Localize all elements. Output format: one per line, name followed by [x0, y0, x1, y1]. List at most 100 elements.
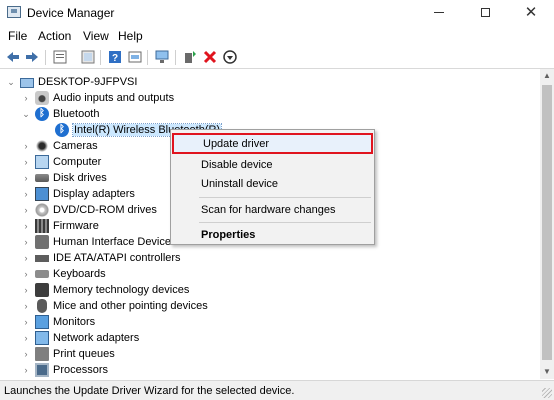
update-driver-menu-item[interactable]: Update driver — [172, 133, 373, 154]
scan-hardware-menu-item[interactable]: Scan for hardware changes — [172, 199, 373, 220]
category-label: Bluetooth — [53, 108, 100, 120]
tree-category[interactable]: › IDE ATA/ATAPI controllers — [21, 250, 181, 266]
category-label: Keyboards — [53, 268, 106, 280]
collapse-arrow-icon[interactable]: ⌄ — [21, 109, 31, 120]
device-manager-app-icon — [7, 6, 21, 18]
expand-arrow-icon[interactable]: › — [21, 349, 31, 359]
tree-category[interactable]: › Human Interface Devices — [21, 234, 177, 250]
svg-text:?: ? — [112, 53, 118, 64]
tree-category[interactable]: › Keyboards — [21, 266, 106, 282]
properties-menu-item[interactable]: Properties — [172, 224, 373, 245]
speaker-icon — [35, 91, 49, 105]
help-icon[interactable]: ? — [107, 49, 123, 65]
uninstall-device-menu-item[interactable]: Uninstall device — [172, 173, 373, 194]
processor-icon — [35, 363, 49, 377]
resize-grip-icon[interactable] — [542, 388, 552, 398]
window-title: Device Manager — [27, 6, 115, 20]
hid-icon — [35, 235, 49, 249]
category-label: Computer — [53, 156, 102, 168]
expand-arrow-icon[interactable]: › — [21, 93, 31, 103]
tree-category[interactable]: › Audio inputs and outputs — [21, 90, 174, 106]
computer-icon — [20, 77, 34, 88]
status-text: Launches the Update Driver Wizard for th… — [4, 385, 295, 397]
forward-icon[interactable] — [24, 49, 40, 65]
expand-arrow-icon[interactable]: › — [21, 269, 31, 279]
menu-bar: File Action View Help — [0, 26, 554, 45]
menu-separator — [199, 222, 371, 223]
minimize-button[interactable] — [416, 0, 462, 25]
tree-category[interactable]: › Disk drives — [21, 170, 107, 186]
expand-arrow-icon[interactable]: › — [21, 365, 31, 375]
tree-category[interactable]: › Computer — [21, 154, 101, 170]
collapse-arrow-icon[interactable]: ⌄ — [6, 77, 16, 88]
dvd-icon — [35, 203, 49, 217]
tree-category[interactable]: › Mice and other pointing devices — [21, 298, 208, 314]
uninstall-icon[interactable] — [202, 49, 218, 65]
minimize-icon — [434, 12, 444, 13]
expand-arrow-icon[interactable]: › — [21, 205, 31, 215]
maximize-button[interactable] — [462, 0, 508, 25]
camera-icon — [35, 139, 49, 153]
tree-category[interactable]: › Memory technology devices — [21, 282, 189, 298]
network-icon — [35, 331, 49, 345]
tree-category[interactable]: › Processors — [21, 362, 108, 378]
expand-arrow-icon[interactable]: › — [21, 301, 31, 311]
category-label: Monitors — [53, 316, 96, 328]
tree-category[interactable]: › Network adapters — [21, 330, 139, 346]
category-label: Memory technology devices — [53, 284, 190, 296]
menu-file[interactable]: File — [8, 29, 27, 43]
tree-root[interactable]: ⌄ DESKTOP-9JFPVSI — [6, 74, 137, 90]
category-label: Processors — [53, 364, 109, 376]
category-label: Human Interface Devices — [53, 236, 177, 248]
disable-icon[interactable] — [222, 49, 238, 65]
expand-arrow-icon[interactable]: › — [21, 253, 31, 263]
category-label: Mice and other pointing devices — [53, 300, 208, 312]
tree-category[interactable]: › Print queues — [21, 346, 115, 362]
expand-arrow-icon[interactable]: › — [21, 333, 31, 343]
expand-arrow-icon[interactable]: › — [21, 157, 31, 167]
scroll-up-icon[interactable]: ▲ — [540, 69, 554, 83]
tree-category[interactable]: ⌄ ᛒ Bluetooth — [21, 106, 99, 122]
maximize-icon — [480, 8, 490, 17]
category-label: IDE ATA/ATAPI controllers — [53, 252, 181, 264]
disable-device-menu-item[interactable]: Disable device — [172, 154, 373, 175]
scroll-down-icon[interactable]: ▼ — [540, 365, 554, 379]
show-hidden-icon[interactable] — [80, 49, 96, 65]
toolbar: ? — [0, 46, 554, 69]
bluetooth-icon: ᛒ — [35, 107, 49, 121]
back-icon[interactable] — [5, 49, 21, 65]
menu-view[interactable]: View — [83, 29, 109, 43]
toolbar-separator — [100, 50, 101, 65]
tree-root-label: DESKTOP-9JFPVSI — [38, 76, 138, 88]
properties-icon[interactable] — [52, 49, 68, 65]
toolbar-separator — [45, 50, 46, 65]
add-driver-icon[interactable] — [182, 49, 198, 65]
menu-separator — [199, 197, 371, 198]
category-label: Disk drives — [53, 172, 107, 184]
tree-category[interactable]: › Firmware — [21, 218, 99, 234]
ide-icon — [35, 254, 49, 262]
tree-category[interactable]: › Display adapters — [21, 186, 135, 202]
expand-arrow-icon[interactable]: › — [21, 221, 31, 231]
update-driver-icon[interactable] — [127, 49, 143, 65]
scan-hardware-icon[interactable] — [154, 49, 170, 65]
menu-help[interactable]: Help — [118, 29, 143, 43]
disk-icon — [35, 174, 49, 182]
expand-arrow-icon[interactable]: › — [21, 285, 31, 295]
scrollbar-thumb[interactable] — [542, 85, 552, 360]
category-label: Cameras — [53, 140, 98, 152]
tree-category[interactable]: › Cameras — [21, 138, 98, 154]
menu-action[interactable]: Action — [38, 29, 71, 43]
close-button[interactable]: ✕ — [508, 0, 554, 25]
tree-category[interactable]: › Monitors — [21, 314, 95, 330]
expand-arrow-icon[interactable]: › — [21, 237, 31, 247]
tree-category[interactable]: › DVD/CD-ROM drives — [21, 202, 157, 218]
vertical-scrollbar[interactable]: ▲ ▼ — [540, 69, 554, 379]
expand-arrow-icon[interactable]: › — [21, 173, 31, 183]
expand-arrow-icon[interactable]: › — [21, 317, 31, 327]
context-menu: Update driver Disable device Uninstall d… — [170, 129, 375, 245]
computer-icon — [35, 155, 49, 169]
expand-arrow-icon[interactable]: › — [21, 189, 31, 199]
expand-arrow-icon[interactable]: › — [21, 141, 31, 151]
category-label: DVD/CD-ROM drives — [53, 204, 157, 216]
